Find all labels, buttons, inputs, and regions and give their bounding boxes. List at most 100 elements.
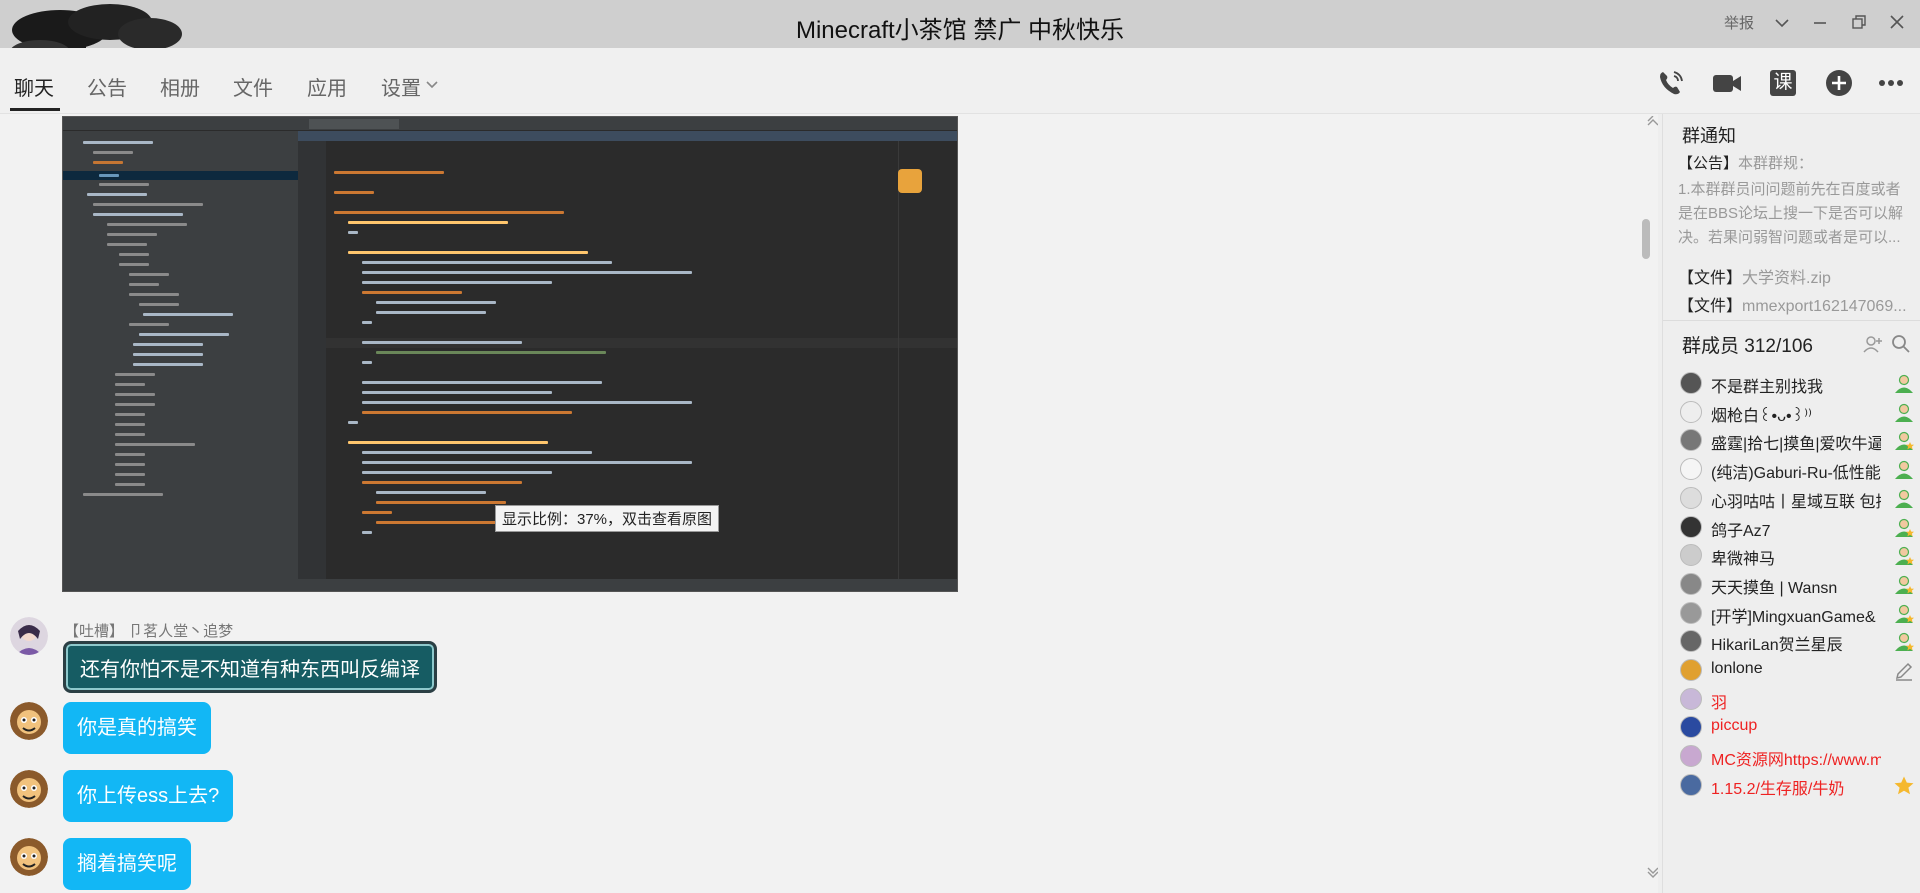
scroll-bottom-icon[interactable]: [1646, 866, 1658, 878]
member-name: 心羽咕咕丨星域互联 包括: [1711, 493, 1881, 511]
member-name: lonlone: [1711, 660, 1763, 677]
member-role-icon: [1895, 489, 1913, 508]
member-avatar[interactable]: [1680, 544, 1702, 567]
active-tab-indicator: [10, 108, 60, 111]
ide-tab-bar: [63, 117, 957, 131]
member-row[interactable]: MC资源网https://www.mcio: [1675, 741, 1915, 771]
member-row[interactable]: HikariLan贺兰星辰: [1675, 626, 1915, 656]
member-avatar[interactable]: [1680, 429, 1702, 452]
avatar[interactable]: [10, 702, 48, 740]
member-name: HikariLan贺兰星辰: [1711, 637, 1843, 655]
restore-icon[interactable]: [1851, 14, 1867, 30]
member-row[interactable]: piccup: [1675, 712, 1915, 742]
notice-text-line: 1.本群群员问问题前先在百度或者: [1678, 181, 1901, 198]
group-side-panel: 群通知 【公告】本群群规： 1.本群群员问问题前先在百度或者 是在BBS论坛上搜…: [1662, 114, 1920, 893]
member-row[interactable]: 1.15.2/生存服/牛奶: [1675, 770, 1915, 800]
member-row[interactable]: 不是群主别找我: [1675, 368, 1915, 398]
add-icon[interactable]: [1822, 66, 1856, 100]
member-avatar[interactable]: [1680, 659, 1702, 681]
settings-chevron-icon[interactable]: [425, 80, 439, 90]
tab-settings[interactable]: 设置: [381, 72, 421, 101]
member-name: piccup: [1711, 717, 1758, 735]
class-icon[interactable]: 课: [1766, 66, 1800, 100]
add-member-icon[interactable]: [1863, 334, 1883, 354]
member-name: 天天摸鱼 | Wansn: [1711, 579, 1838, 597]
member-row[interactable]: 羽: [1675, 684, 1915, 714]
avatar[interactable]: [10, 838, 48, 876]
class-icon-label: 课: [1770, 70, 1796, 96]
tab-bar: 聊天 公告 相册 文件 应用 设置 课: [0, 48, 1920, 114]
title-bar: Minecraft小茶馆 禁广 中秋快乐 举报: [0, 0, 1920, 100]
member-avatar[interactable]: [1680, 630, 1702, 653]
member-avatar[interactable]: [1680, 372, 1702, 394]
member-row[interactable]: 鸽子Az7: [1675, 512, 1915, 542]
chat-scrollbar[interactable]: [1642, 114, 1650, 893]
member-row[interactable]: 烟枪白꒰•ᴗ•꒱⁾⁾: [1675, 397, 1915, 427]
member-avatar[interactable]: [1680, 773, 1702, 796]
member-row[interactable]: 盛霆|拾七|摸鱼|爱吹牛逼: [1675, 425, 1915, 455]
tab-apps[interactable]: 应用: [307, 72, 347, 101]
member-name: 卑微神马: [1711, 551, 1776, 569]
member-count-title: 群成员 312/106: [1682, 336, 1813, 357]
image-message[interactable]: 显示比例：37%，双击查看原图: [62, 116, 958, 592]
avatar[interactable]: [10, 617, 48, 655]
member-avatar[interactable]: [1680, 515, 1702, 538]
message-bubble[interactable]: 搁着搞笑呢: [63, 838, 191, 890]
tab-chat[interactable]: 聊天: [14, 72, 54, 101]
notice-text-line: 决。若果问弱智问题或者是可以...: [1678, 229, 1901, 246]
tab-album[interactable]: 相册: [160, 72, 200, 101]
chevron-down-icon[interactable]: [1774, 16, 1790, 30]
phone-icon[interactable]: [1654, 66, 1688, 100]
ide-status-bar: [63, 579, 957, 591]
member-name: 烟枪白꒰•ᴗ•꒱⁾⁾: [1711, 407, 1812, 425]
member-avatar[interactable]: [1680, 400, 1702, 423]
member-avatar[interactable]: [1680, 745, 1702, 768]
file-entry[interactable]: 【文件】mmexport162147069...: [1678, 292, 1908, 316]
tab-announcement[interactable]: 公告: [87, 72, 127, 101]
minimize-icon[interactable]: [1812, 16, 1828, 30]
search-icon[interactable]: [1891, 334, 1911, 354]
member-name: 羽: [1711, 694, 1728, 712]
message-bubble[interactable]: 你是真的搞笑: [63, 702, 211, 754]
member-row[interactable]: (纯洁)Gaburi-Ru-低性能: [1675, 454, 1915, 484]
member-avatar[interactable]: [1680, 716, 1702, 739]
message-bubble[interactable]: 你上传ess上去?: [63, 770, 234, 822]
member-name: [开学]MingxuanGame&: [1711, 608, 1876, 626]
member-avatar[interactable]: [1680, 601, 1702, 624]
member-avatar[interactable]: [1680, 572, 1702, 595]
close-icon[interactable]: [1889, 14, 1905, 30]
member-avatar[interactable]: [1680, 687, 1702, 710]
report-link[interactable]: 举报: [1724, 12, 1754, 33]
member-row[interactable]: [开学]MingxuanGame&: [1675, 598, 1915, 628]
video-icon[interactable]: [1710, 66, 1744, 100]
member-row[interactable]: lonlone: [1675, 655, 1915, 685]
file-entry[interactable]: 【文件】大学资料.zip: [1678, 264, 1908, 288]
zoom-tooltip: 显示比例：37%，双击查看原图: [495, 505, 720, 532]
member-role-icon: [1895, 403, 1913, 422]
member-row[interactable]: 卑微神马: [1675, 540, 1915, 570]
member-name: 盛霆|拾七|摸鱼|爱吹牛逼: [1711, 436, 1881, 454]
admin-role-icon: [1895, 633, 1914, 652]
member-name: 1.15.2/生存服/牛奶: [1711, 780, 1845, 798]
sender-name: 【吐槽】 卩茗人堂丶追梦: [64, 623, 234, 640]
admin-role-icon: [1895, 518, 1914, 537]
member-role-icon: [1895, 460, 1913, 480]
notice-entry[interactable]: 【公告】本群群规：: [1678, 152, 1908, 173]
member-avatar[interactable]: [1680, 458, 1702, 481]
member-row[interactable]: 心羽咕咕丨星域互联 包括: [1675, 483, 1915, 513]
message-bubble[interactable]: 还有你怕不是不知道有种东西叫反编译: [63, 641, 437, 693]
admin-role-icon: [1895, 575, 1914, 594]
member-avatar[interactable]: [1680, 486, 1702, 509]
group-notice-title[interactable]: 群通知: [1682, 122, 1736, 148]
tab-files[interactable]: 文件: [233, 72, 273, 101]
more-icon[interactable]: [1874, 66, 1908, 100]
ide-project-tree: [63, 131, 298, 581]
avatar[interactable]: [10, 770, 48, 808]
member-row[interactable]: 天天摸鱼 | Wansn: [1675, 569, 1915, 599]
owner-star-icon: [1894, 776, 1914, 794]
chat-area[interactable]: 显示比例：37%，双击查看原图 【吐槽】 卩茗人堂丶追梦 还有你怕不是不知道有种…: [0, 114, 1658, 893]
notice-text-line: 是在BBS论坛上搜一下是否可以解: [1678, 205, 1904, 222]
admin-role-icon: [1895, 604, 1914, 623]
chat-scroll-thumb[interactable]: [1642, 219, 1650, 259]
member-role-icon: [1895, 374, 1913, 393]
